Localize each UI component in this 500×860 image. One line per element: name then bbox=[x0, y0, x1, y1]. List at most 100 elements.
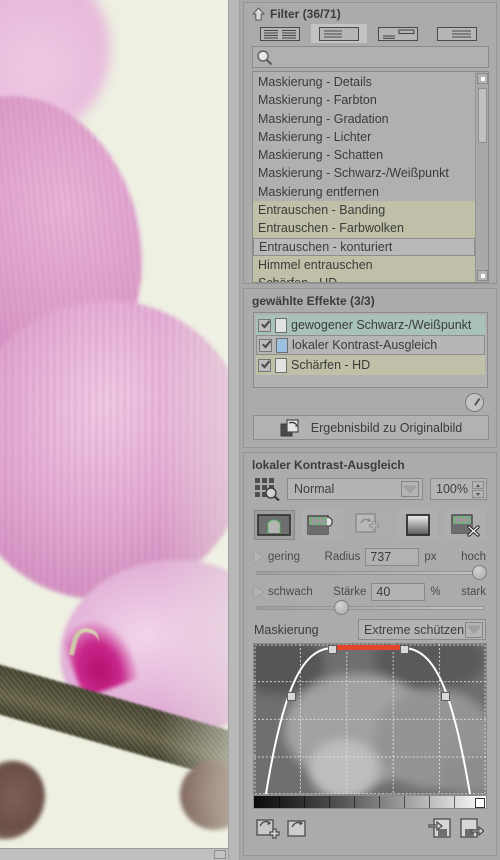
opacity-spin-arrows bbox=[472, 480, 484, 498]
mask-import-button[interactable] bbox=[426, 815, 456, 841]
mask-edit-button[interactable] bbox=[254, 510, 295, 540]
scrollbar-thumb[interactable] bbox=[478, 88, 487, 143]
mask-new-button[interactable] bbox=[254, 815, 284, 841]
search-input[interactable] bbox=[273, 50, 488, 64]
filter-list-item[interactable]: Maskierung - Gradation bbox=[253, 110, 475, 128]
effect-checkbox[interactable] bbox=[258, 358, 271, 372]
strength-min-label: schwach bbox=[268, 585, 313, 598]
view-mode-compact-button[interactable] bbox=[429, 24, 485, 43]
photo-resize-corner[interactable] bbox=[214, 850, 226, 859]
filter-list-items: Maskierung - Details Maskierung - Farbton… bbox=[253, 72, 475, 282]
curve-highlight-bar[interactable] bbox=[330, 645, 400, 650]
gradient-ramp[interactable] bbox=[253, 795, 487, 809]
effect-label: Schärfen - HD bbox=[291, 358, 371, 372]
filter-list[interactable]: Maskierung - Details Maskierung - Farbton… bbox=[252, 71, 489, 283]
view-mode-two-column-button[interactable] bbox=[252, 24, 308, 43]
view-mode-list-button[interactable] bbox=[311, 24, 367, 43]
filter-section: Filter (36/71) Maskierung - Details Mask… bbox=[243, 2, 497, 284]
filter-list-item[interactable]: Maskierung - Details bbox=[253, 73, 475, 91]
strength-slider-thumb[interactable] bbox=[333, 600, 349, 615]
mask-open-button[interactable] bbox=[284, 815, 314, 841]
triangle-right-icon[interactable] bbox=[254, 549, 263, 564]
masking-select[interactable]: Extreme schützen bbox=[358, 619, 486, 640]
filter-list-item[interactable]: Entrauschen - Banding bbox=[253, 201, 475, 220]
mask-delete-button[interactable] bbox=[445, 510, 486, 540]
mask-delete-icon bbox=[450, 514, 480, 537]
mask-curve-editor[interactable] bbox=[253, 643, 487, 795]
photo-horizontal-scrollbar[interactable] bbox=[0, 848, 228, 860]
blend-mode-select[interactable]: Normal bbox=[287, 478, 423, 500]
radius-slider-header: gering Radius 737 px hoch bbox=[254, 547, 486, 566]
compare-original-button[interactable]: Ergebnisbild zu Originalbild bbox=[253, 415, 489, 440]
blend-row: Normal 100% bbox=[244, 477, 496, 501]
compare-images-icon bbox=[280, 418, 299, 436]
filter-list-item[interactable]: Maskierung entfernen bbox=[253, 183, 475, 201]
view-compact-icon bbox=[437, 26, 477, 41]
view-list-icon bbox=[319, 26, 359, 41]
mask-bottom-toolbar bbox=[244, 809, 496, 841]
mask-export-button[interactable] bbox=[456, 815, 486, 841]
opacity-stepper[interactable]: 100% bbox=[430, 478, 487, 500]
effect-checkbox[interactable] bbox=[259, 338, 272, 352]
filter-list-item[interactable]: Entrauschen - konturiert bbox=[253, 237, 475, 256]
image-preview[interactable] bbox=[0, 0, 228, 848]
radius-input[interactable]: 737 bbox=[365, 547, 420, 566]
effect-label: gewogener Schwarz-/Weißpunkt bbox=[291, 318, 472, 332]
effect-row[interactable]: lokaler Kontrast-Ausgleich bbox=[256, 335, 485, 355]
curve-control-point-3[interactable] bbox=[400, 645, 409, 654]
mask-gradient-icon bbox=[405, 514, 430, 536]
document-icon bbox=[275, 357, 287, 373]
panel-divider[interactable] bbox=[228, 0, 240, 860]
effect-checkbox[interactable] bbox=[258, 318, 271, 332]
spin-down-icon[interactable] bbox=[472, 489, 484, 498]
spin-up-icon[interactable] bbox=[472, 480, 484, 489]
params-section: lokaler Kontrast-Ausgleich Normal 100% g… bbox=[243, 452, 497, 856]
mask-add-button[interactable] bbox=[349, 510, 391, 540]
blend-mode-value: Normal bbox=[294, 482, 335, 496]
strength-unit: % bbox=[430, 585, 441, 598]
photo-vignette bbox=[0, 0, 228, 848]
filter-list-item[interactable]: Maskierung - Lichter bbox=[253, 128, 475, 146]
filter-list-item[interactable]: Maskierung - Schatten bbox=[253, 146, 475, 164]
timer-dial-icon[interactable] bbox=[465, 393, 484, 412]
filter-list-item[interactable]: Maskierung - Schwarz-/Weißpunkt bbox=[253, 164, 475, 182]
curve-control-point-1[interactable] bbox=[287, 692, 296, 701]
filter-search-box[interactable] bbox=[252, 46, 489, 68]
strength-slider-track[interactable] bbox=[256, 600, 484, 615]
effect-row[interactable]: Schärfen - HD bbox=[256, 355, 485, 375]
grid-lens-icon[interactable] bbox=[254, 477, 280, 501]
scroll-up-icon[interactable] bbox=[477, 73, 488, 84]
mask-gradient-button[interactable] bbox=[397, 510, 439, 540]
filter-list-item[interactable]: Schärfen - HD bbox=[253, 274, 475, 282]
mask-export-icon bbox=[460, 818, 484, 838]
view-mode-detail-button[interactable] bbox=[370, 24, 426, 43]
opacity-value: 100% bbox=[436, 482, 468, 496]
curve-control-point-4[interactable] bbox=[441, 692, 450, 701]
curve-control-point-2[interactable] bbox=[328, 645, 337, 654]
curve-path bbox=[265, 646, 471, 794]
document-icon bbox=[275, 317, 287, 333]
mask-tool-group bbox=[244, 501, 496, 540]
filter-list-item[interactable]: Entrauschen - Farbwolken bbox=[253, 219, 475, 238]
masking-label: Maskierung bbox=[254, 622, 319, 637]
radius-slider-row: gering Radius 737 px hoch bbox=[244, 540, 496, 580]
chevron-down-icon[interactable] bbox=[465, 621, 483, 638]
triangle-right-icon[interactable] bbox=[254, 584, 263, 599]
view-two-column-icon bbox=[260, 26, 300, 41]
compare-original-label: Ergebnisbild zu Originalbild bbox=[310, 420, 463, 435]
effect-row[interactable]: gewogener Schwarz-/Weißpunkt bbox=[256, 315, 485, 335]
filter-list-scrollbar[interactable] bbox=[475, 72, 488, 282]
effects-list[interactable]: gewogener Schwarz-/Weißpunkt lokaler Kont… bbox=[253, 312, 488, 388]
ramp-handle[interactable] bbox=[475, 798, 485, 808]
chevron-down-icon[interactable] bbox=[401, 481, 419, 497]
strength-input[interactable]: 40 bbox=[371, 582, 426, 601]
scroll-down-icon[interactable] bbox=[477, 270, 488, 281]
filter-list-item[interactable]: Himmel entrauschen bbox=[253, 255, 475, 275]
filter-header: Filter (36/71) bbox=[244, 3, 496, 23]
mask-brush-button[interactable] bbox=[301, 510, 343, 540]
filter-list-item[interactable]: Maskierung - Farbton bbox=[253, 91, 475, 109]
arrow-up-icon[interactable] bbox=[252, 7, 265, 21]
document-blue-icon bbox=[276, 337, 288, 353]
effects-title: gewählte Effekte (3/3) bbox=[252, 294, 375, 308]
strength-slider-row: schwach Stärke 40 % stark bbox=[244, 575, 496, 615]
